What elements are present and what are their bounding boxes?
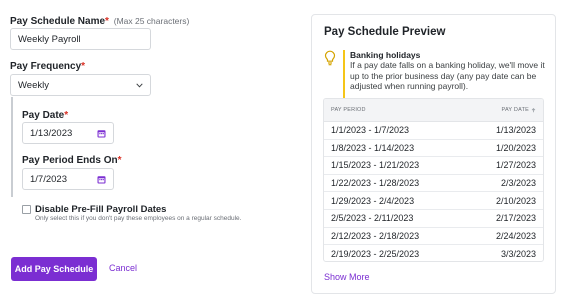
pay-period-cell: 2/5/2023 - 2/11/2023 xyxy=(331,213,414,224)
calendar-icon[interactable] xyxy=(97,175,106,184)
pay-date-cell: 2/3/2023 xyxy=(500,178,536,189)
pay-date-value: 1/13/2023 xyxy=(30,127,73,139)
required-mark: * xyxy=(105,16,109,27)
pay-date-cell: 1/27/2023 xyxy=(495,160,536,171)
notice-title: Banking holidays xyxy=(350,50,421,60)
column-header-pay-date-label: PAY DATE xyxy=(501,107,529,113)
pay-period-cell: 1/22/2023 - 1/28/2023 xyxy=(331,178,420,189)
pay-date-cell: 2/10/2023 xyxy=(495,195,536,206)
pay-date-cell: 2/17/2023 xyxy=(495,213,536,224)
table-row: 2/19/2023 - 2/25/2023 3/3/2023 xyxy=(324,245,543,261)
pay-period-cell: 2/12/2023 - 2/18/2023 xyxy=(331,230,420,241)
preview-title: Pay Schedule Preview xyxy=(324,26,446,38)
pay-date-label-text: Pay Date xyxy=(22,110,65,121)
notice-body: If a pay date falls on a banking holiday… xyxy=(350,60,545,91)
pay-frequency-label: Pay Frequency* xyxy=(10,61,85,72)
table-row: 1/8/2023 - 1/14/2023 1/20/2023 xyxy=(324,140,543,158)
lightbulb-icon xyxy=(324,50,336,66)
pay-date-cell: 3/3/2023 xyxy=(500,248,536,259)
pay-frequency-select[interactable]: Weekly xyxy=(10,74,151,96)
pay-date-input[interactable]: 1/13/2023 xyxy=(22,122,114,144)
pay-date-cell: 1/13/2023 xyxy=(495,125,536,136)
schedule-name-label-text: Pay Schedule Name xyxy=(10,16,106,27)
column-header-pay-date[interactable]: PAY DATE xyxy=(502,107,536,113)
schedule-name-hint: (Max 25 characters) xyxy=(113,16,190,26)
required-mark: * xyxy=(81,61,86,72)
pay-period-cell: 1/29/2023 - 2/4/2023 xyxy=(331,195,415,206)
chevron-down-icon xyxy=(135,81,143,89)
table-row: 2/5/2023 - 2/11/2023 2/17/2023 xyxy=(324,210,543,228)
pay-date-cell: 1/20/2023 xyxy=(495,142,536,153)
table-row: 2/12/2023 - 2/18/2023 2/24/2023 xyxy=(324,228,543,246)
schedule-name-input[interactable]: Weekly Payroll xyxy=(10,28,151,50)
pay-frequency-label-text: Pay Frequency xyxy=(10,61,82,72)
pay-period-cell: 1/15/2023 - 1/21/2023 xyxy=(331,160,420,171)
disable-prefill-hint: Only select this if you don't pay these … xyxy=(35,215,242,222)
pay-schedule-preview-card: Pay Schedule Preview Banking holidays If… xyxy=(311,14,556,294)
required-mark: * xyxy=(64,110,69,121)
pay-schedule-table: PAY PERIOD PAY DATE 1/1/2023 - 1/7/2023 … xyxy=(323,98,544,262)
column-header-pay-period: PAY PERIOD xyxy=(331,107,366,113)
period-ends-label-text: Pay Period Ends On xyxy=(22,155,118,166)
required-mark: * xyxy=(117,155,122,166)
schedule-name-value: Weekly Payroll xyxy=(18,33,81,45)
add-pay-schedule-button[interactable]: Add Pay Schedule xyxy=(11,257,97,281)
cancel-link[interactable]: Cancel xyxy=(109,263,137,273)
table-header: PAY PERIOD PAY DATE xyxy=(324,99,543,122)
pay-frequency-value: Weekly xyxy=(18,79,49,91)
pay-period-cell: 1/8/2023 - 1/14/2023 xyxy=(331,142,415,153)
show-more-link[interactable]: Show More xyxy=(324,272,370,282)
pay-period-cell: 2/19/2023 - 2/25/2023 xyxy=(331,248,420,259)
disable-prefill-label[interactable]: Disable Pre-Fill Payroll Dates xyxy=(35,204,166,215)
table-row: 1/22/2023 - 1/28/2023 2/3/2023 xyxy=(324,175,543,193)
sort-arrow-icon xyxy=(531,107,536,112)
pay-schedule-page: Pay Schedule Name* (Max 25 characters) W… xyxy=(0,0,569,301)
table-row: 1/29/2023 - 2/4/2023 2/10/2023 xyxy=(324,192,543,210)
period-ends-value: 1/7/2023 xyxy=(30,173,67,185)
table-row: 1/15/2023 - 1/21/2023 1/27/2023 xyxy=(324,157,543,175)
calendar-icon[interactable] xyxy=(97,129,106,138)
schedule-name-label: Pay Schedule Name* (Max 25 characters) xyxy=(10,16,189,27)
period-ends-label: Pay Period Ends On* xyxy=(22,155,122,166)
period-ends-input[interactable]: 1/7/2023 xyxy=(22,168,114,190)
disable-prefill-checkbox[interactable] xyxy=(22,205,31,214)
pay-date-label: Pay Date* xyxy=(22,110,68,121)
table-row: 1/1/2023 - 1/7/2023 1/13/2023 xyxy=(324,122,543,140)
date-group-divider xyxy=(11,97,13,197)
pay-period-cell: 1/1/2023 - 1/7/2023 xyxy=(331,125,410,136)
pay-date-cell: 2/24/2023 xyxy=(495,230,536,241)
